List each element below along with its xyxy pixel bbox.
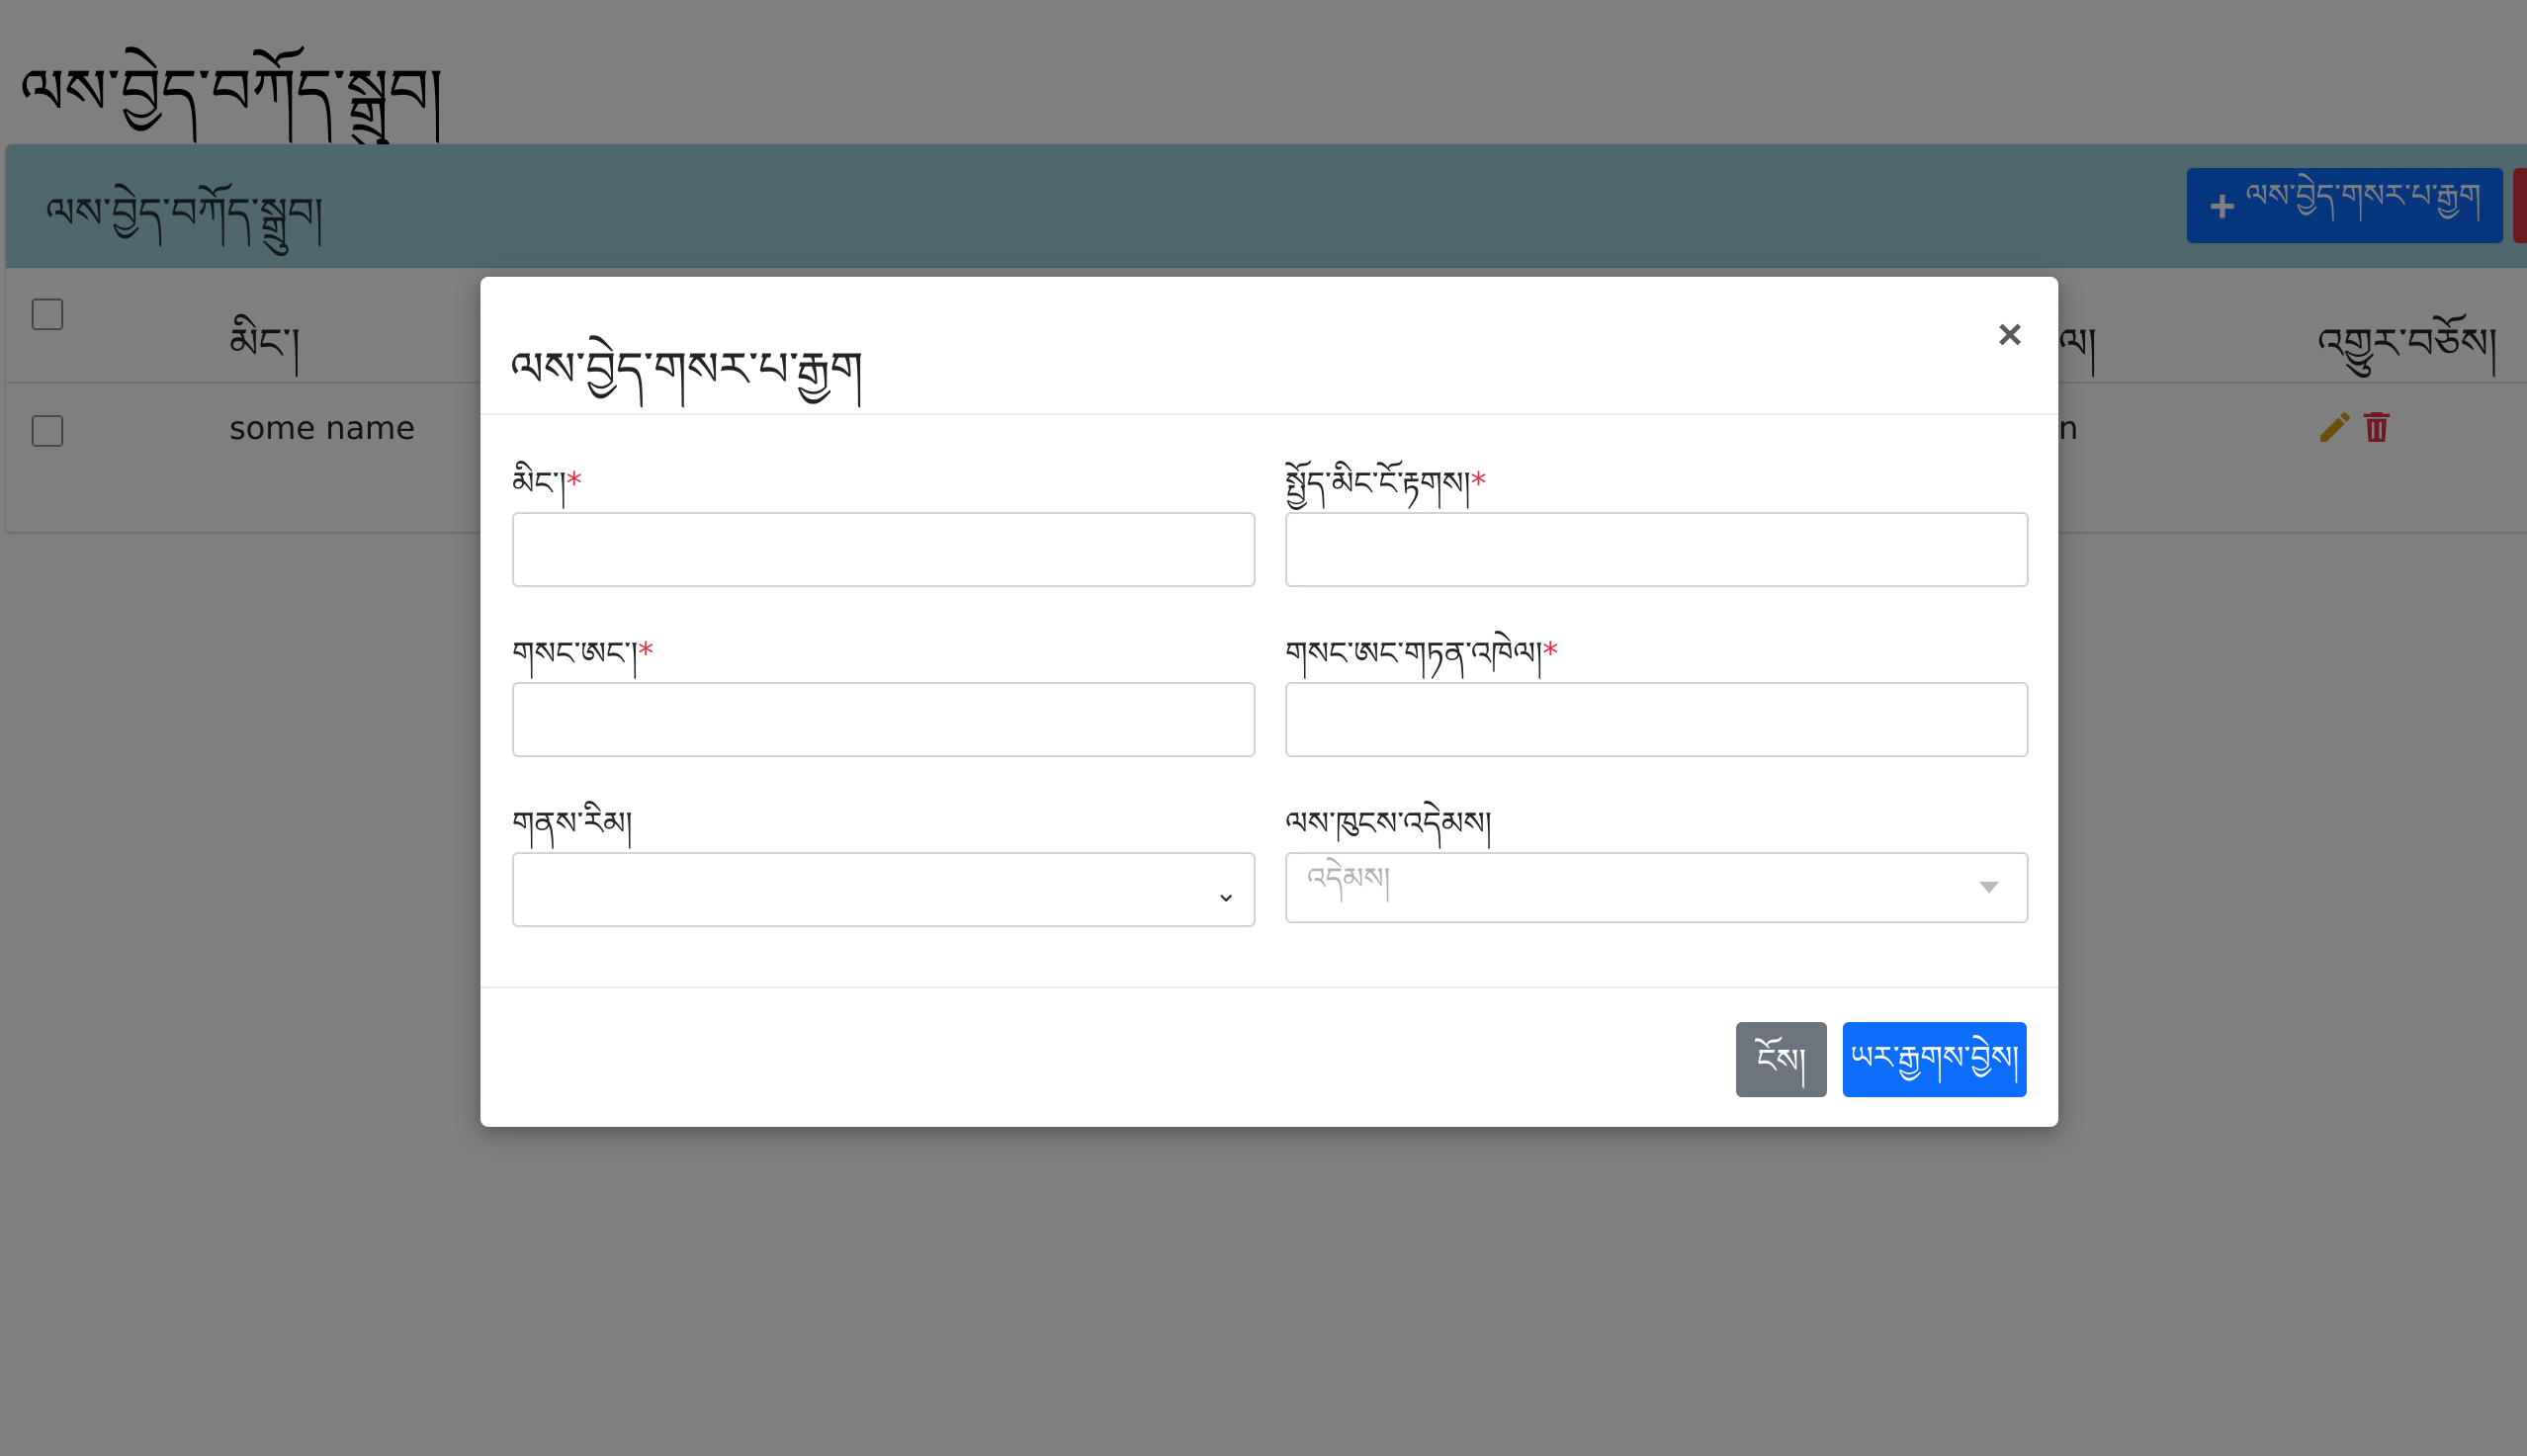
name-field-group: མིང་།*: [512, 449, 1256, 587]
cancel-button[interactable]: ངོས།: [1736, 1022, 1827, 1097]
password-label: གསང་ཨང་།*: [512, 635, 654, 672]
modal-footer: ངོས། ཡར་རྒྱགས་བྱེས།: [480, 986, 2058, 1127]
username-field-group: སྤྱོད་མིང་ངོ་རྟགས།*: [1285, 449, 2029, 587]
department-select[interactable]: འདེམས།: [1285, 852, 2029, 923]
password-field-group: གསང་ཨང་།*: [512, 619, 1256, 757]
password-confirm-label: གསང་ཨང་གཏན་འཁེལ།*: [1285, 635, 1559, 672]
modal-header: ལས་བྱེད་གསར་པ་རྒྱག ×: [480, 277, 2058, 415]
caret-down-icon: [1979, 882, 1999, 894]
password-input[interactable]: [512, 682, 1256, 757]
close-icon[interactable]: ×: [1991, 312, 2029, 358]
level-select[interactable]: ⌄: [512, 852, 1256, 927]
department-label: ལས་ཁུངས་འདེམས།: [1285, 805, 1492, 842]
department-field-group: ལས་ཁུངས་འདེམས། འདེམས།: [1285, 789, 2029, 923]
password-confirm-field-group: གསང་ཨང་གཏན་འཁེལ།*: [1285, 619, 2029, 757]
modal-body: མིང་།* སྤྱོད་མིང་ངོ་རྟགས།* གསང་ཨང་།* གསང…: [480, 415, 2058, 986]
add-employee-modal: ལས་བྱེད་གསར་པ་རྒྱག × མིང་།* སྤྱོད་མིང་ངོ…: [480, 277, 2058, 1127]
department-placeholder: འདེམས།: [1307, 862, 1391, 897]
name-label: མིང་།*: [512, 465, 582, 502]
level-label: གནས་རིམ།: [512, 805, 633, 842]
chevron-down-icon: ⌄: [1214, 876, 1238, 908]
submit-button[interactable]: ཡར་རྒྱགས་བྱེས།: [1843, 1022, 2027, 1097]
username-label: སྤྱོད་མིང་ངོ་རྟགས།*: [1285, 465, 1487, 502]
password-confirm-input[interactable]: [1285, 682, 2029, 757]
level-field-group: གནས་རིམ། ⌄: [512, 789, 1256, 927]
name-input[interactable]: [512, 512, 1256, 587]
username-input[interactable]: [1285, 512, 2029, 587]
